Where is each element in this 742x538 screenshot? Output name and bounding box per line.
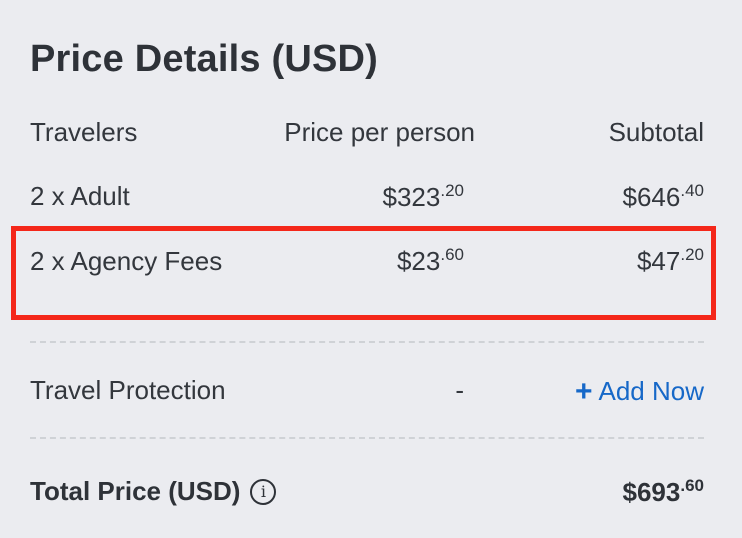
row-subtotal: $47.20 — [637, 245, 704, 277]
subtotal-cents: .20 — [680, 245, 704, 264]
subtotal-cents: .40 — [680, 181, 704, 200]
info-icon[interactable]: i — [250, 478, 277, 505]
divider — [30, 341, 704, 343]
price-cents: .20 — [440, 181, 464, 200]
row-label: 2 x Adult — [30, 181, 130, 211]
row-label: 2 x Agency Fees — [30, 246, 223, 276]
row-subtotal: $646.40 — [623, 181, 704, 213]
header-travelers: Travelers — [30, 117, 138, 147]
header-subtotal: Subtotal — [608, 117, 704, 147]
row-price: $323.20 — [383, 181, 464, 213]
price-cents: .60 — [440, 245, 464, 264]
total-label: Total Price (USD) — [30, 476, 241, 506]
page-title: Price Details (USD) — [30, 38, 379, 80]
travel-protection-price: - — [455, 375, 464, 405]
divider — [30, 437, 704, 439]
total-main: $693 — [622, 477, 681, 508]
header-price-per-person: Price per person — [284, 117, 475, 147]
price-main: $323 — [382, 182, 441, 213]
total-label-group: Total Price (USD) i — [30, 476, 277, 507]
subtotal-main: $646 — [622, 182, 681, 213]
row-price: $23.60 — [397, 245, 464, 277]
total-cents: .60 — [680, 476, 704, 495]
price-main: $23 — [396, 246, 441, 277]
plus-icon: + — [574, 375, 593, 408]
subtotal-main: $47 — [636, 246, 681, 277]
total-amount: $693.60 — [623, 476, 704, 508]
add-now-link[interactable]: + Add Now — [575, 375, 704, 409]
travel-protection-label: Travel Protection — [30, 375, 226, 405]
add-now-label: Add Now — [598, 376, 705, 406]
